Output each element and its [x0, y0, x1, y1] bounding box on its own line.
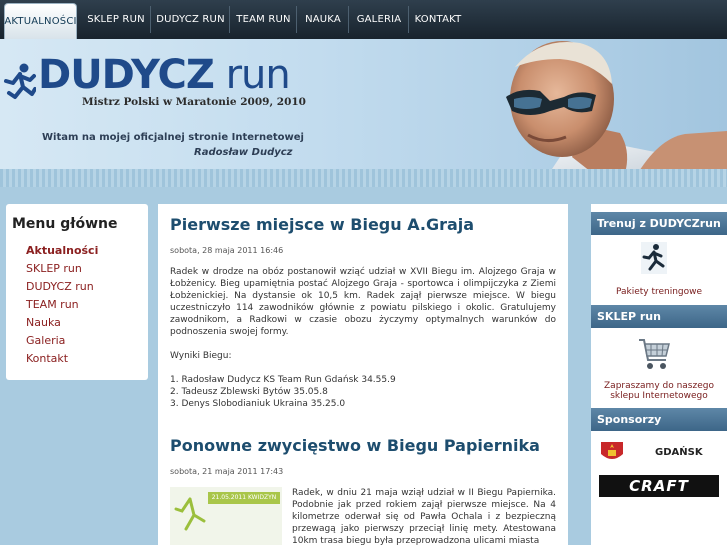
tab-kontakt[interactable]: KONTAKT [409, 0, 467, 39]
tab-aktualnosci[interactable]: AKTUALNOŚCI [4, 3, 77, 39]
thumbnail-date-banner: 21.05.2011 KWIDZYN [208, 492, 280, 504]
gdansk-crest-icon [601, 442, 623, 459]
header-stripe-band [0, 169, 727, 187]
tab-galeria[interactable]: GALERIA [349, 0, 409, 39]
menu-item-kontakt[interactable]: Kontakt [6, 350, 148, 368]
main-menu-panel: Menu główne Aktualności SKLEP run DUDYCZ… [6, 204, 148, 380]
signature-text: Radosław Dudycz [194, 147, 293, 158]
sponsorzy-box-title: Sponsorzy [591, 408, 727, 431]
tab-team-run[interactable]: TEAM RUN [230, 0, 297, 39]
sklep-box: Zapraszamy do naszego sklepu Internetowe… [591, 328, 727, 408]
result-item: 1. Radosław Dudycz KS Team Run Gdańsk 34… [170, 375, 396, 385]
sklep-box-title: SKLEP run [591, 305, 727, 328]
pakiety-treningowe-link[interactable]: Pakiety treningowe [591, 287, 727, 297]
post-date-1: sobota, 28 maja 2011 16:46 [170, 246, 284, 255]
result-item: 2. Tadeusz Zblewski Bytów 35.05.8 [170, 387, 328, 397]
sponsor-craft-logo[interactable]: CRAFT [599, 475, 719, 497]
site-logo[interactable]: DUDYCZ run [38, 52, 291, 98]
runner-training-icon[interactable] [641, 242, 667, 274]
logo-word-run: run [225, 52, 291, 98]
post-text-2: Radek, w dniu 21 maja wziął udział w II … [292, 488, 556, 545]
right-sidebar: Trenuj z DUDYCZrun Pakiety treningowe SK… [591, 204, 727, 545]
sponsor-gdansk-logo[interactable]: GDAŃSK [599, 439, 719, 465]
post-body-1: Radek w drodze na obóz postanowił wziąć … [170, 266, 556, 410]
menu-item-galeria[interactable]: Galeria [6, 332, 148, 350]
menu-item-sklep-run[interactable]: SKLEP run [6, 260, 148, 278]
result-item: 3. Denys Slobodianiuk Ukraina 35.25.0 [170, 399, 346, 409]
post-date-2: sobota, 21 maja 2011 17:43 [170, 467, 284, 476]
menu-item-aktualnosci[interactable]: Aktualności [6, 242, 148, 260]
menu-item-dudycz-run[interactable]: DUDYCZ run [6, 278, 148, 296]
post-text-1: Radek w drodze na obóz postanowił wziąć … [170, 267, 556, 337]
main-menu-list: Aktualności SKLEP run DUDYCZ run TEAM ru… [6, 242, 148, 368]
tab-dudycz-run[interactable]: DUDYCZ RUN [151, 0, 230, 39]
post-title-2[interactable]: Ponowne zwycięstwo w Biegu Papiernika [170, 436, 568, 455]
menu-item-nauka[interactable]: Nauka [6, 314, 148, 332]
results-heading: Wyniki Biegu: [170, 351, 232, 361]
post-title-1[interactable]: Pierwsze miejsce w Biegu A.Graja [170, 215, 568, 234]
sponsor-gdansk-text: GDAŃSK [655, 446, 703, 458]
post-thumbnail-image[interactable]: 21.05.2011 KWIDZYN [170, 487, 282, 545]
trenuj-box-title: Trenuj z DUDYCZrun [591, 212, 727, 235]
sklep-internetowy-link[interactable]: Zapraszamy do naszego sklepu Internetowe… [595, 381, 723, 401]
logo-word-dudycz: DUDYCZ [38, 52, 215, 98]
tab-nauka[interactable]: NAUKA [297, 0, 349, 39]
runner-portrait-image [506, 41, 727, 187]
sponsorzy-box: GDAŃSK CRAFT [591, 431, 727, 531]
logo-subtitle: Mistrz Polski w Maratonie 2009, 2010 [82, 96, 306, 108]
top-navigation: AKTUALNOŚCI SKLEP RUN DUDYCZ RUN TEAM RU… [0, 0, 727, 39]
menu-item-team-run[interactable]: TEAM run [6, 296, 148, 314]
site-header: DUDYCZ run Mistrz Polski w Maratonie 200… [0, 39, 727, 187]
results-list: 1. Radosław Dudycz KS Team Run Gdańsk 34… [170, 374, 556, 410]
runner-logo-icon [4, 63, 36, 99]
welcome-text: Witam na mojej oficjalnej stronie Intern… [42, 132, 304, 143]
trenuj-box: Pakiety treningowe [591, 235, 727, 305]
post-body-2: 21.05.2011 KWIDZYN Radek, w dniu 21 maja… [170, 487, 556, 545]
main-menu-title: Menu główne [12, 216, 118, 232]
news-content: Pierwsze miejsce w Biegu A.Graja sobota,… [158, 204, 568, 545]
thumbnail-runner-icon [174, 497, 206, 531]
shopping-cart-icon[interactable] [637, 336, 671, 372]
tab-sklep-run[interactable]: SKLEP RUN [81, 0, 151, 39]
